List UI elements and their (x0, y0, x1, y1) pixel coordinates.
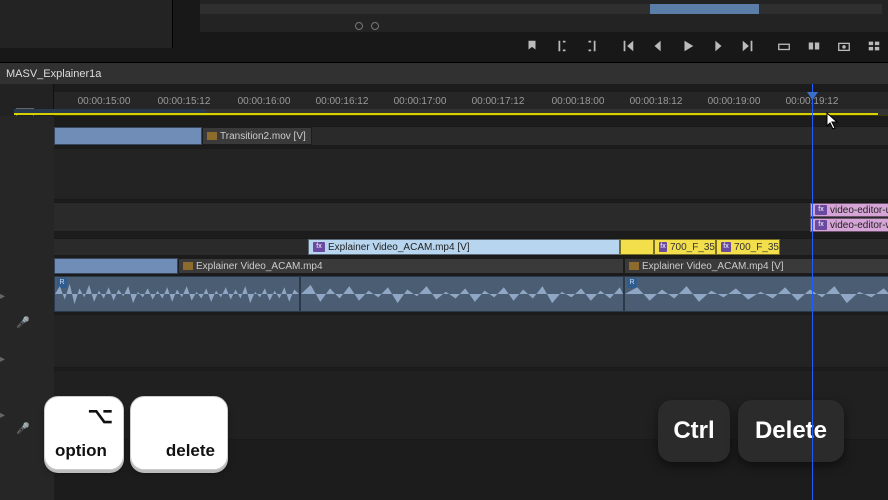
key-label: Delete (755, 417, 827, 445)
timecode-label: 00:00:17:00 (394, 96, 447, 107)
clip-label: video-editor-working- (830, 220, 888, 231)
clip-pink-2[interactable]: fx video-editor-working- (810, 218, 888, 232)
mic-icon[interactable]: 🎤 (16, 422, 28, 434)
option-symbol: ⌥ (88, 403, 113, 429)
mini-timeline[interactable] (200, 4, 882, 14)
play-button[interactable] (680, 38, 696, 54)
video-track-2[interactable]: fx Explainer Video_ACAM.mp4 [V] fx 700_F… (54, 238, 888, 256)
fx-badge: fx (721, 242, 731, 252)
mouse-cursor (826, 112, 840, 130)
source-panel-stub (0, 0, 173, 48)
clip-label: Explainer Video_ACAM.mp4 [V] (642, 261, 784, 272)
monitor-strip (0, 0, 888, 62)
slate-icon (207, 132, 217, 140)
clip-v1-explainer[interactable]: Explainer Video_ACAM.mp4 (178, 258, 624, 274)
mark-out-button[interactable] (584, 38, 600, 54)
clip-transition-head[interactable] (54, 127, 202, 145)
video-track-3[interactable]: Transition2.mov [V] (54, 126, 888, 146)
video-track-1[interactable]: Explainer Video_ACAM.mp4 Explainer Video… (54, 257, 888, 275)
mini-timeline-handle[interactable] (650, 4, 759, 14)
goto-in-button[interactable] (620, 38, 636, 54)
lift-button[interactable] (776, 38, 792, 54)
timecode-label: 00:00:16:12 (316, 96, 369, 107)
audio-track-1[interactable]: R R (54, 276, 888, 312)
clip-v2-gap[interactable] (620, 239, 654, 255)
clip-700-b[interactable]: fx 700_F_35 (716, 239, 780, 255)
key-label: Ctrl (673, 417, 714, 445)
fx-badge: fx (815, 205, 827, 215)
extract-button[interactable] (806, 38, 822, 54)
clip-explainer-v2[interactable]: fx Explainer Video_ACAM.mp4 [V] (308, 239, 620, 255)
step-back-button[interactable] (650, 38, 666, 54)
timecode-label: 00:00:19:00 (708, 96, 761, 107)
clip-label: Explainer Video_ACAM.mp4 [V] (328, 242, 470, 253)
clip-700-a[interactable]: fx 700_F_35 (654, 239, 716, 255)
fx-badge: fx (815, 220, 827, 230)
clip-pink-1[interactable]: fx video-editor-using-pro (810, 203, 888, 217)
clip-label: 700_F_35 (670, 242, 715, 253)
audio-track-2[interactable] (54, 314, 888, 368)
mark-in-button[interactable] (554, 38, 570, 54)
sequence-name: MASV_Explainer1a (6, 68, 101, 80)
timecode-label: 00:00:17:12 (472, 96, 525, 107)
key-delete-dark: Delete (738, 400, 844, 462)
timecode-label: 00:00:15:12 (158, 96, 211, 107)
slate-icon (183, 262, 193, 270)
clip-label: Transition2.mov [V] (220, 131, 306, 142)
key-label: option (55, 441, 107, 461)
clip-v1-explainer-2[interactable]: Explainer Video_ACAM.mp4 [V] (624, 258, 888, 274)
clip-transition[interactable]: Transition2.mov [V] (202, 127, 312, 145)
export-frame-button[interactable] (836, 38, 852, 54)
timecode-label: 00:00:18:00 (552, 96, 605, 107)
clip-v1-head[interactable] (54, 258, 178, 274)
transport-controls (524, 38, 882, 54)
key-option: ⌥ option (44, 396, 124, 470)
video-track-overlay[interactable]: fx video-editor-using-pro fx video-edito… (54, 202, 888, 232)
audio-clip-b[interactable] (300, 276, 624, 312)
clip-label: Explainer Video_ACAM.mp4 (196, 261, 323, 272)
timecode-label: 00:00:18:12 (630, 96, 683, 107)
step-forward-button[interactable] (710, 38, 726, 54)
playhead[interactable] (812, 84, 813, 500)
mic-icon[interactable]: 🎤 (16, 316, 28, 328)
add-marker-button[interactable] (524, 38, 540, 54)
settings-button[interactable] (866, 38, 882, 54)
key-label: delete (166, 441, 215, 461)
slate-icon (629, 262, 639, 270)
audio-clip-a[interactable]: R (54, 276, 300, 312)
fx-badge: fx (659, 242, 667, 252)
audio-clip-c[interactable]: R (624, 276, 888, 312)
clip-label: video-editor-using-pro (830, 205, 888, 216)
ruler-range (14, 113, 878, 115)
goto-out-button[interactable] (740, 38, 756, 54)
video-track-gap (54, 148, 888, 200)
key-delete-white: delete (130, 396, 228, 470)
mini-mode-dots (355, 22, 379, 30)
fx-badge: fx (313, 242, 325, 252)
sequence-tab[interactable]: MASV_Explainer1a (0, 62, 888, 84)
timecode-label: 00:00:15:00 (78, 96, 131, 107)
time-ruler[interactable]: 00:00:15:00 00:00:15:12 00:00:16:00 00:00:1… (54, 92, 888, 116)
clip-label: 700_F_35 (734, 242, 779, 253)
timecode-label: 00:00:16:00 (238, 96, 291, 107)
key-ctrl: Ctrl (658, 400, 730, 462)
